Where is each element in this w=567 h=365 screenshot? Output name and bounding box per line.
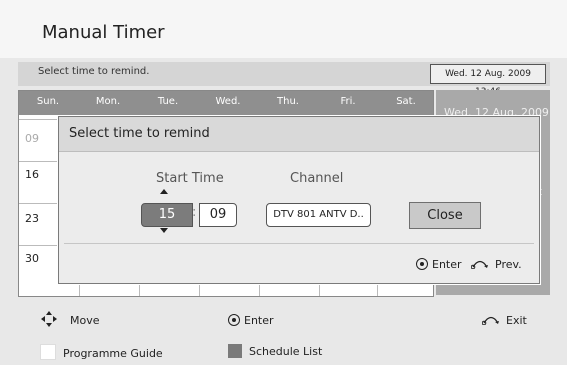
exit-hint: Exit [482, 314, 527, 327]
dialog-help: Enter Prev. [416, 258, 522, 271]
hour-field[interactable]: 15 [141, 203, 193, 227]
header: Manual Timer [0, 0, 567, 58]
instruction-bar: Select time to remind. Wed. 12 Aug. 2009… [18, 62, 550, 97]
day-name: Fri. [340, 96, 356, 107]
exit-label: Exit [506, 314, 527, 327]
day-name: Sat. [396, 96, 416, 107]
arrow-down-icon[interactable] [160, 228, 168, 233]
calendar-header: Sun. Mon. Tue. Wed. Thu. Fri. Sat. [19, 91, 433, 115]
instruction-text: Select time to remind. [38, 66, 150, 77]
channel-label: Channel [290, 171, 344, 186]
legend-swatch [228, 344, 242, 358]
programme-guide-label: Programme Guide [63, 347, 163, 360]
date-number: 09 [25, 132, 39, 145]
day-name: Tue. [157, 96, 179, 107]
remind-dialog: Select time to remind Start Time Channel… [58, 116, 540, 284]
close-button[interactable]: Close [409, 202, 481, 229]
move-label: Move [70, 314, 100, 327]
day-name: Mon. [95, 96, 121, 107]
back-icon [471, 260, 489, 269]
enter-hint: Enter [228, 314, 274, 327]
date-number: 23 [25, 212, 39, 225]
start-time-label: Start Time [156, 171, 224, 186]
date-number: 16 [25, 168, 39, 181]
current-datetime: Wed. 12 Aug. 2009 13:46 [430, 64, 546, 97]
time-separator: : [192, 205, 197, 220]
dialog-header: Select time to remind [59, 117, 539, 152]
enter-label: Enter [244, 314, 274, 327]
programme-guide-legend: Programme Guide [40, 344, 163, 360]
legend-swatch [40, 344, 56, 360]
day-name: Sun. [36, 96, 60, 107]
channel-field[interactable]: DTV 801 ANTV D.. [266, 203, 371, 227]
enter-icon [416, 258, 428, 270]
move-arrows-icon [41, 311, 57, 327]
day-name: Wed. [215, 96, 241, 107]
enter-label: Enter [432, 258, 462, 271]
day-name: Thu. [277, 96, 299, 107]
dialog-divider [64, 243, 534, 244]
minute-field[interactable]: 09 [199, 203, 237, 227]
prev-label: Prev. [495, 258, 522, 271]
schedule-list-legend: Schedule List [228, 344, 322, 358]
dialog-title: Select time to remind [69, 126, 210, 141]
enter-icon [228, 314, 240, 326]
arrow-up-icon[interactable] [160, 189, 168, 194]
page-title: Manual Timer [42, 22, 165, 43]
schedule-list-label: Schedule List [249, 345, 323, 358]
back-icon [482, 316, 499, 325]
date-number: 30 [25, 252, 39, 265]
